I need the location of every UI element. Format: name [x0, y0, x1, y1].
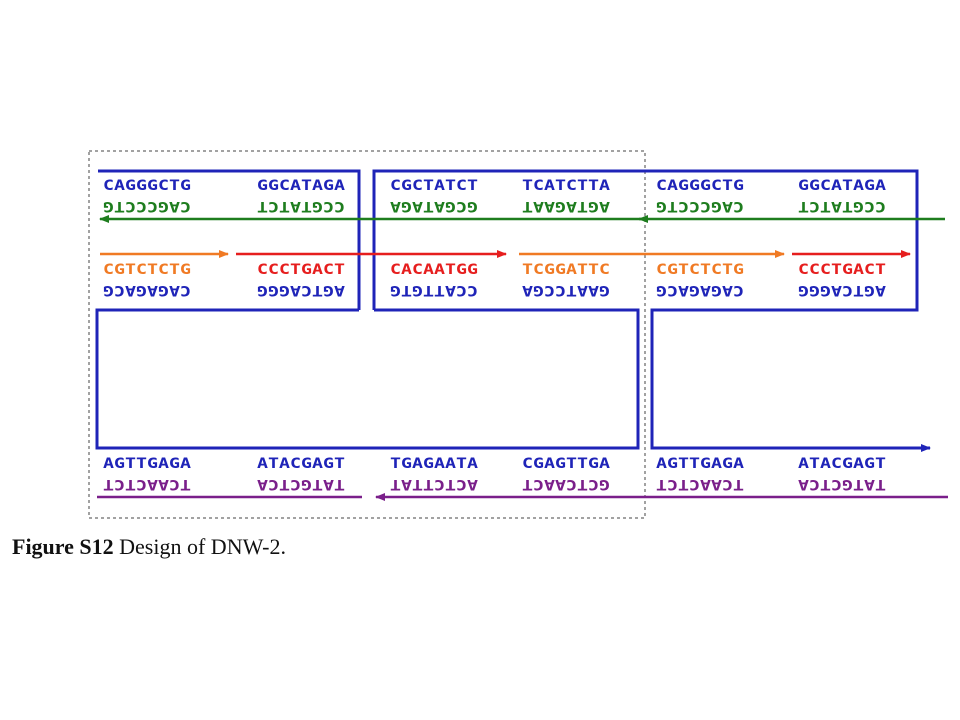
sequence-bot-upper-4: CGAGTTGA: [522, 456, 610, 472]
sequence-bot-upper-3: TGAGAATA: [390, 456, 478, 472]
sequence-bot-lower-6: TATGCTCA: [798, 476, 886, 492]
sequence-bot-upper-5: AGTTGAGA: [656, 456, 744, 472]
figure-caption: Figure S12 Design of DNW-2.: [12, 534, 952, 560]
sequence-mid-upper-6: CCCTGACT: [798, 262, 886, 278]
sequence-bot-upper-6: ATACGAGT: [798, 456, 886, 472]
sequence-bot-upper-1: AGTTGAGA: [103, 456, 191, 472]
sequence-top-upper-1: CAGGGCTG: [103, 178, 191, 194]
sequence-bot-lower-5: TCAACTCT: [656, 476, 744, 492]
sequence-mid-lower-1: CAGAGACG: [103, 282, 191, 298]
sequence-top-upper-3: CGCTATCT: [390, 178, 478, 194]
caption-label: Figure S12: [12, 534, 114, 559]
sequence-top-lower-1: CAGCCCTG: [103, 198, 191, 214]
sequence-mid-upper-3: CACAATGG: [390, 262, 478, 278]
sequence-top-lower-6: CCGTATCT: [798, 198, 886, 214]
sequence-mid-upper-2: CCCTGACT: [257, 262, 345, 278]
sequence-mid-lower-5: CAGAGACG: [656, 282, 744, 298]
sequence-bot-lower-1: TCAACTCT: [103, 476, 191, 492]
blue-strand-bottom-loop: [95, 308, 640, 450]
sequence-mid-lower-3: CCATTGTG: [390, 282, 478, 298]
sequence-mid-lower-4: GAATCCGA: [522, 282, 610, 298]
sequence-bot-upper-2: ATACGAGT: [257, 456, 345, 472]
sequence-top-lower-2: CCGTATCT: [257, 198, 345, 214]
sequence-mid-upper-1: CGTCTCTG: [103, 262, 191, 278]
caption-text: Design of DNW-2.: [113, 534, 286, 559]
sequence-mid-upper-5: CGTCTCTG: [656, 262, 744, 278]
sequence-top-lower-3: GCGATAGA: [390, 198, 478, 214]
sequence-top-upper-5: CAGGGCTG: [656, 178, 744, 194]
sequence-top-lower-5: CAGCCCTG: [656, 198, 744, 214]
sequence-top-upper-6: GGCATAGA: [798, 178, 886, 194]
sequence-labels: CAGGGCTG GGCATAGA CGCTATCT TCATCTTA CAGGGCTG…: [103, 178, 887, 492]
sequence-bot-lower-4: GCTCAACT: [522, 476, 610, 492]
sequence-top-lower-4: AGTAGAAT: [522, 198, 610, 214]
sequence-mid-lower-2: AGTCAGGG: [257, 282, 345, 298]
sequence-mid-lower-6: AGTCAGGG: [798, 282, 886, 298]
sequence-top-upper-2: GGCATAGA: [257, 178, 345, 194]
sequence-bot-lower-2: TATGCTCA: [257, 476, 345, 492]
dnw2-diagram: CAGGGCTG GGCATAGA CGCTATCT TCATCTTA CAGGGCTG…: [88, 150, 948, 519]
sequence-mid-upper-4: TCGGATTC: [522, 262, 610, 278]
sequence-top-upper-4: TCATCTTA: [522, 178, 610, 194]
sequence-bot-lower-3: ACTCTTAT: [390, 476, 478, 492]
